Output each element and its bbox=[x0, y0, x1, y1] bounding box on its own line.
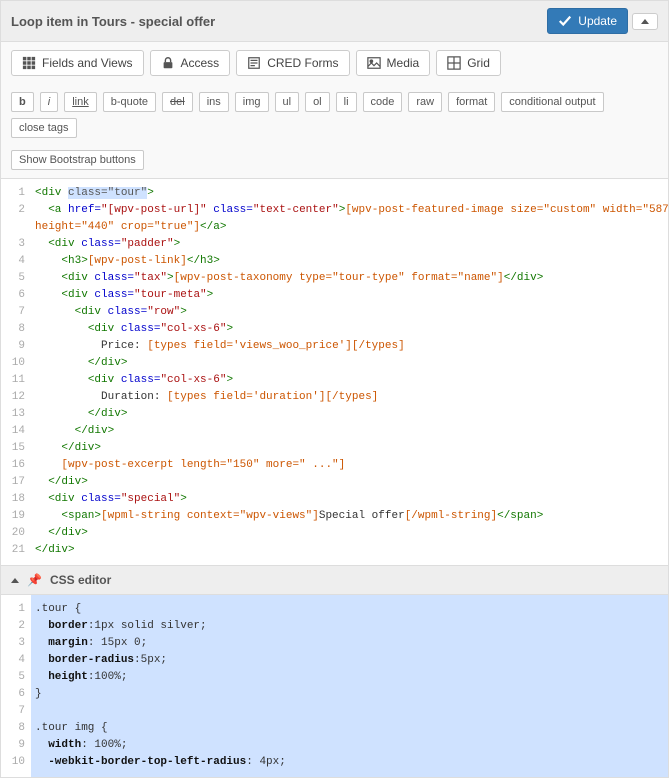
css-editor-section-header[interactable]: 📌 CSS editor bbox=[0, 566, 669, 595]
pin-icon: 📌 bbox=[27, 573, 42, 587]
qt-bold[interactable]: b bbox=[11, 92, 34, 112]
grid-dots-icon bbox=[22, 56, 36, 70]
qt-italic[interactable]: i bbox=[40, 92, 58, 112]
css-editor-content[interactable]: .tour { border:1px solid silver; margin:… bbox=[31, 595, 668, 777]
html-editor-content[interactable]: <div class="tour"> <a href="[wpv-post-ur… bbox=[31, 179, 668, 565]
panel-title: Loop item in Tours - special offer bbox=[11, 14, 547, 29]
quicktags-toolbar: b i link b-quote del ins img ul ol li co… bbox=[0, 84, 669, 179]
qt-conditional-output[interactable]: conditional output bbox=[501, 92, 603, 112]
header-caret-button[interactable] bbox=[632, 13, 658, 30]
qt-code[interactable]: code bbox=[363, 92, 403, 112]
qt-ins[interactable]: ins bbox=[199, 92, 229, 112]
panel-header: Loop item in Tours - special offer Updat… bbox=[0, 0, 669, 42]
update-button-label: Update bbox=[578, 14, 617, 28]
cred-forms-button[interactable]: CRED Forms bbox=[236, 50, 349, 76]
qt-format[interactable]: format bbox=[448, 92, 495, 112]
update-button[interactable]: Update bbox=[547, 8, 628, 34]
css-editor-section-title: CSS editor bbox=[50, 573, 111, 587]
caret-up-icon bbox=[641, 19, 649, 24]
lock-icon bbox=[161, 56, 175, 70]
css-editor[interactable]: 12345678910 .tour { border:1px solid sil… bbox=[0, 595, 669, 778]
qt-link[interactable]: link bbox=[64, 92, 97, 112]
qt-del[interactable]: del bbox=[162, 92, 193, 112]
form-icon bbox=[247, 56, 261, 70]
html-editor[interactable]: 123456789101112131415161718192021 <div c… bbox=[0, 179, 669, 566]
qt-bootstrap-buttons[interactable]: Show Bootstrap buttons bbox=[11, 150, 144, 170]
qt-img[interactable]: img bbox=[235, 92, 269, 112]
image-icon bbox=[367, 56, 381, 70]
access-button[interactable]: Access bbox=[150, 50, 231, 76]
css-editor-gutter: 12345678910 bbox=[1, 595, 31, 777]
media-button[interactable]: Media bbox=[356, 50, 431, 76]
layout-grid-icon bbox=[447, 56, 461, 70]
qt-close-tags[interactable]: close tags bbox=[11, 118, 77, 138]
toolbar-primary: Fields and Views Access CRED Forms Media… bbox=[0, 42, 669, 84]
fields-and-views-button[interactable]: Fields and Views bbox=[11, 50, 144, 76]
qt-ul[interactable]: ul bbox=[275, 92, 300, 112]
qt-ol[interactable]: ol bbox=[305, 92, 330, 112]
qt-li[interactable]: li bbox=[336, 92, 357, 112]
grid-button[interactable]: Grid bbox=[436, 50, 501, 76]
html-editor-gutter: 123456789101112131415161718192021 bbox=[1, 179, 31, 565]
check-icon bbox=[558, 14, 572, 28]
qt-bquote[interactable]: b-quote bbox=[103, 92, 156, 112]
qt-raw[interactable]: raw bbox=[408, 92, 442, 112]
caret-up-icon bbox=[11, 578, 19, 583]
